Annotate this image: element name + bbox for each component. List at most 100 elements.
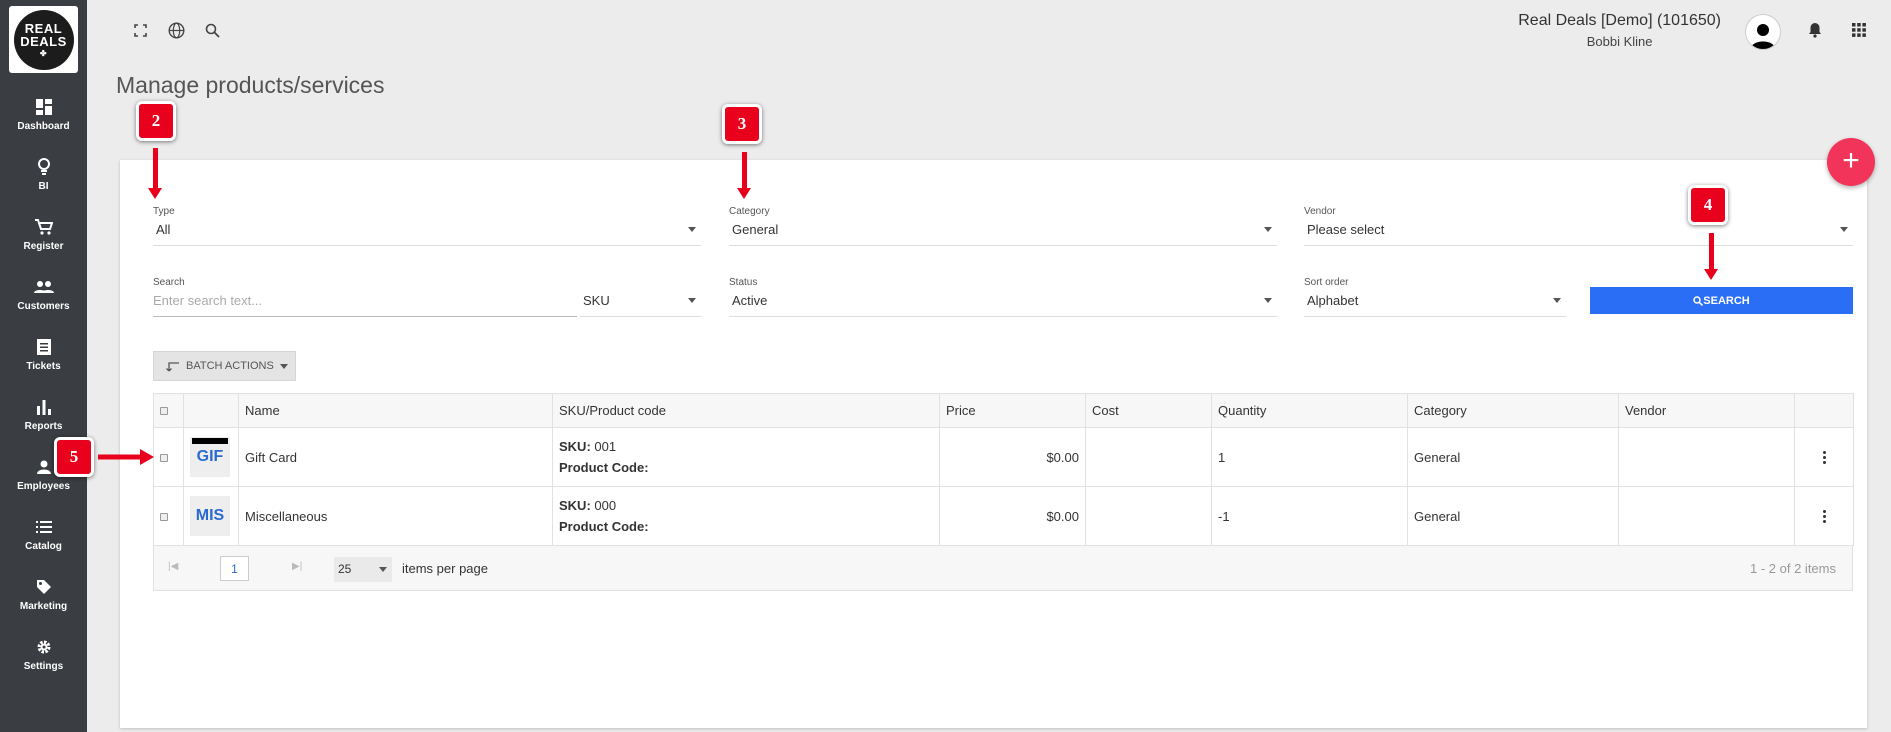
page-number-button[interactable]: 1	[220, 556, 249, 581]
annotation-callout-5: 5	[54, 437, 94, 477]
sidebar-item-label: Marketing	[19, 601, 68, 612]
search-input[interactable]: Enter search text...	[153, 293, 577, 317]
sidebar-item-label: Dashboard	[17, 121, 70, 132]
row-checkbox[interactable]	[160, 512, 168, 521]
list-icon	[34, 517, 54, 537]
status-select[interactable]: Status Active	[729, 277, 1277, 317]
sidebar-item-bi[interactable]: BI	[0, 157, 87, 207]
column-header-vendor[interactable]: Vendor	[1618, 393, 1795, 428]
search-icon	[1693, 295, 1704, 306]
sidebar-item-settings[interactable]: Settings	[0, 637, 87, 687]
category-cell: General	[1407, 427, 1619, 487]
batch-arrow-icon	[166, 362, 179, 372]
gear-icon	[34, 637, 54, 657]
sidebar-item-tickets[interactable]: Tickets	[0, 337, 87, 387]
sidebar-item-customers[interactable]: Customers	[0, 277, 87, 327]
annotation-arrow-4	[1704, 233, 1718, 280]
row-checkbox[interactable]	[160, 453, 168, 462]
type-select[interactable]: Type All	[153, 206, 701, 246]
people-icon	[33, 277, 54, 297]
chevron-down-icon	[379, 567, 387, 572]
search-field-value: SKU	[583, 293, 610, 308]
sidebar-item-label: Employees	[17, 481, 70, 492]
add-product-button[interactable]: +	[1827, 138, 1875, 186]
status-value: Active	[732, 293, 768, 308]
globe-icon[interactable]	[166, 20, 186, 40]
pagination-summary: 1 - 2 of 2 items	[1750, 561, 1836, 576]
chevron-down-icon	[1553, 298, 1561, 303]
chevron-down-icon	[1840, 227, 1848, 232]
vendor-value: Please select	[1307, 222, 1385, 237]
more-vert-icon[interactable]	[1801, 509, 1847, 523]
fullscreen-icon[interactable]	[130, 20, 150, 40]
user-name: Bobbi Kline	[1586, 34, 1653, 49]
thumb-header	[183, 393, 239, 428]
product-thumbnail: GIF	[190, 437, 230, 477]
sidebar-item-marketing[interactable]: Marketing	[0, 577, 87, 627]
table-row[interactable]: GIF Gift Card SKU: 001 Product Code: $0.…	[153, 427, 1854, 487]
brand-logo[interactable]: REAL DEALS ✤	[9, 6, 78, 73]
sidebar-item-catalog[interactable]: Catalog	[0, 517, 87, 567]
column-header-category[interactable]: Category	[1407, 393, 1619, 428]
column-header-name[interactable]: Name	[238, 393, 553, 428]
logo-line2: DEALS	[20, 33, 67, 49]
cost-cell	[1085, 427, 1212, 487]
company-name: Real Deals [Demo] (101650)	[1518, 12, 1721, 29]
chevron-down-icon	[279, 363, 288, 369]
product-code-label: Product Code:	[559, 460, 649, 475]
column-header-sku[interactable]: SKU/Product code	[552, 393, 940, 428]
quantity-cell: -1	[1211, 486, 1408, 546]
sidebar-item-register[interactable]: Register	[0, 217, 87, 267]
category-label: Category	[729, 206, 770, 217]
page-size-select[interactable]: 25	[334, 557, 392, 582]
chevron-down-icon	[1264, 298, 1272, 303]
product-thumbnail: MIS	[190, 496, 230, 536]
annotation-arrow-5	[98, 449, 154, 465]
leaf-icon: ✤	[39, 48, 48, 58]
sidebar-item-dashboard[interactable]: Dashboard	[0, 97, 87, 147]
search-button-label: SEARCH	[1703, 294, 1750, 307]
type-label: Type	[153, 206, 175, 217]
price-cell: $0.00	[939, 427, 1086, 487]
column-header-quantity[interactable]: Quantity	[1211, 393, 1408, 428]
items-per-page-label: items per page	[402, 561, 488, 576]
sku-label: SKU:	[559, 498, 591, 513]
column-header-price[interactable]: Price	[939, 393, 1086, 428]
chevron-down-icon	[688, 298, 696, 303]
vendor-cell	[1618, 486, 1795, 546]
bell-icon[interactable]	[1805, 20, 1825, 40]
product-code-label: Product Code:	[559, 519, 649, 534]
cart-icon	[34, 217, 54, 237]
page-size-value: 25	[338, 562, 352, 576]
select-all-checkbox[interactable]	[160, 407, 168, 415]
search-button[interactable]: SEARCH	[1590, 287, 1853, 314]
apps-grid-icon[interactable]	[1849, 20, 1869, 40]
quantity-cell: 1	[1211, 427, 1408, 487]
batch-actions-button[interactable]: BATCH ACTIONS	[153, 351, 296, 381]
more-vert-icon[interactable]	[1801, 450, 1847, 464]
sort-order-select[interactable]: Sort order Alphabet	[1304, 277, 1566, 317]
ticket-icon	[34, 337, 54, 357]
sidebar-item-label: Customers	[17, 301, 70, 312]
avatar[interactable]	[1745, 14, 1781, 50]
table-row[interactable]: MIS Miscellaneous SKU: 000 Product Code:…	[153, 486, 1854, 546]
dashboard-icon	[34, 97, 54, 117]
sidebar-item-label: BI	[38, 181, 49, 192]
cost-cell	[1085, 486, 1212, 546]
annotation-callout-2: 2	[136, 101, 176, 141]
vendor-select[interactable]: Vendor Please select	[1304, 206, 1853, 246]
chevron-down-icon	[1264, 227, 1272, 232]
search-icon[interactable]	[202, 20, 222, 40]
select-all-cell[interactable]	[153, 393, 184, 428]
search-field-select[interactable]: SKU	[580, 277, 701, 317]
sku-value: 001	[594, 439, 617, 454]
sku-label: SKU:	[559, 439, 591, 454]
last-page-icon[interactable]: ▶|	[292, 561, 302, 572]
tag-icon	[34, 577, 54, 597]
first-page-icon[interactable]: |◀	[168, 561, 178, 572]
column-header-cost[interactable]: Cost	[1085, 393, 1212, 428]
actions-header	[1794, 393, 1854, 428]
status-label: Status	[729, 277, 758, 288]
annotation-callout-3: 3	[722, 104, 762, 144]
category-select[interactable]: Category General	[729, 206, 1277, 246]
